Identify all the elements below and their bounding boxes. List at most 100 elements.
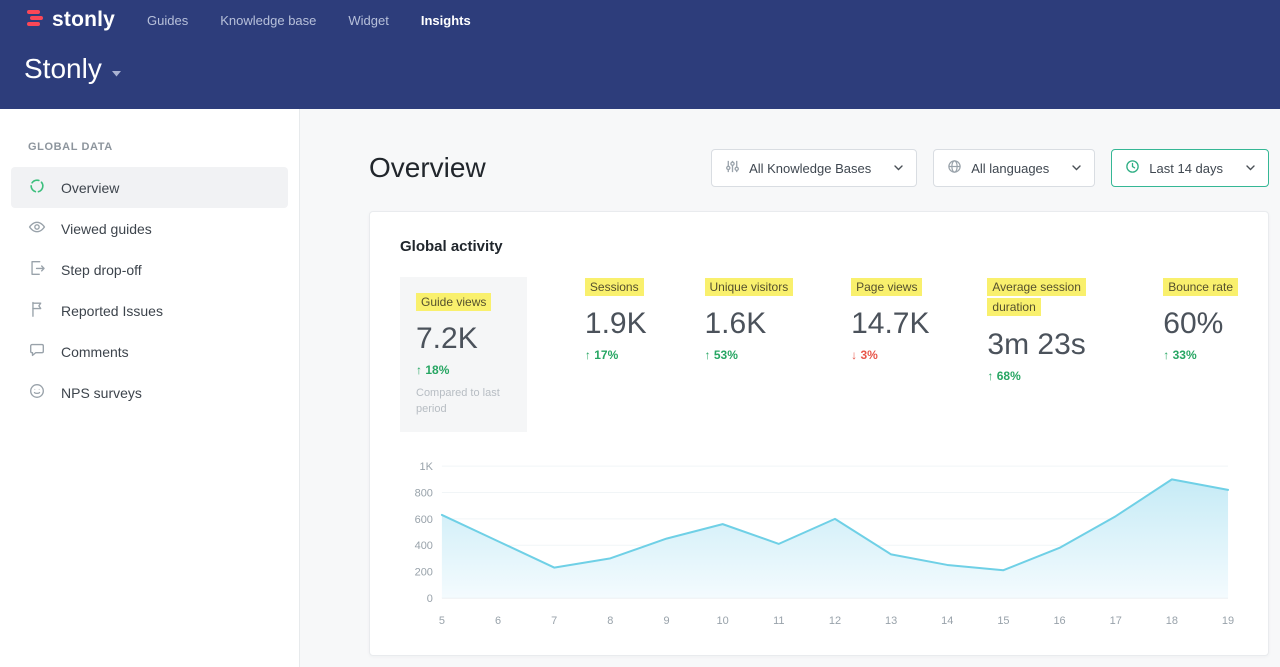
activity-area-chart: 02004006008001K5678910111213141516171819 [400, 458, 1238, 630]
flag-icon [28, 300, 46, 321]
knowledge-bases-dropdown-value: All Knowledge Bases [749, 161, 871, 176]
chevron-down-icon [1246, 165, 1255, 171]
clock-icon [1125, 159, 1140, 177]
overview-icon [28, 177, 46, 198]
svg-text:13: 13 [885, 615, 897, 627]
sidebar-item-overview[interactable]: Overview [11, 167, 288, 208]
svg-text:12: 12 [829, 615, 841, 627]
activity-chart-container: 02004006008001K5678910111213141516171819 [400, 458, 1238, 635]
top-navbar: stonly Guides Knowledge base Widget Insi… [0, 0, 1280, 40]
metric-change: ↑ 18% [416, 363, 511, 377]
metric-page-views[interactable]: Page views 14.7K ↓ 3% [851, 277, 929, 362]
metric-change: ↓ 3% [851, 348, 929, 362]
svg-text:6: 6 [495, 615, 501, 627]
globe-icon [947, 159, 962, 177]
sliders-icon [725, 159, 740, 177]
nav-knowledge-base[interactable]: Knowledge base [220, 13, 316, 28]
metric-label: Sessions [585, 278, 644, 296]
metric-value: 14.7K [851, 307, 929, 341]
svg-text:0: 0 [427, 593, 433, 605]
svg-text:19: 19 [1222, 615, 1234, 627]
svg-text:11: 11 [773, 615, 784, 627]
svg-text:5: 5 [439, 615, 445, 627]
main-nav: Guides Knowledge base Widget Insights [147, 13, 471, 28]
up-arrow-icon: ↑ [585, 348, 591, 362]
sidebar-item-comments[interactable]: Comments [11, 331, 288, 372]
metric-sessions[interactable]: Sessions 1.9K ↑ 17% [585, 277, 647, 362]
sidebar-item-reported-issues[interactable]: Reported Issues [11, 290, 288, 331]
page-title: Overview [369, 152, 486, 184]
svg-text:14: 14 [941, 615, 953, 627]
up-arrow-icon: ↑ [416, 363, 422, 377]
metric-label: Page views [851, 278, 922, 296]
sidebar-item-label: Viewed guides [61, 221, 152, 237]
svg-text:18: 18 [1166, 615, 1178, 627]
sidebar-item-label: Step drop-off [61, 262, 142, 278]
svg-text:15: 15 [997, 615, 1009, 627]
global-activity-card: Global activity Guide views 7.2K ↑ 18% C… [369, 211, 1269, 656]
knowledge-bases-dropdown[interactable]: All Knowledge Bases [711, 149, 917, 187]
compare-note: Compared to last period [416, 386, 511, 418]
nav-widget[interactable]: Widget [348, 13, 388, 28]
workspace-name: Stonly [24, 53, 102, 85]
metric-value: 1.6K [705, 307, 794, 341]
metric-value: 7.2K [416, 322, 511, 356]
svg-text:10: 10 [717, 615, 729, 627]
stonly-logo-icon [24, 7, 46, 34]
sidebar-section-label: GLOBAL DATA [0, 141, 299, 153]
svg-text:9: 9 [663, 615, 669, 627]
metric-value: 1.9K [585, 307, 647, 341]
filters-row: All Knowledge Bases [711, 149, 1269, 187]
sidebar-item-label: Comments [61, 344, 129, 360]
svg-text:200: 200 [415, 567, 433, 579]
svg-text:400: 400 [415, 540, 433, 552]
stonly-logo-text: stonly [52, 8, 115, 32]
workspace-switcher[interactable]: Stonly [0, 40, 1280, 109]
nav-insights[interactable]: Insights [421, 13, 471, 28]
metric-value: 3m 23s [987, 328, 1105, 362]
card-title: Global activity [400, 238, 1238, 255]
nav-guides[interactable]: Guides [147, 13, 188, 28]
sidebar-item-label: Reported Issues [61, 303, 163, 319]
sidebar-item-viewed-guides[interactable]: Viewed guides [11, 208, 288, 249]
app-root: stonly Guides Knowledge base Widget Insi… [0, 0, 1280, 667]
metric-average-session-duration[interactable]: Average session duration 3m 23s ↑ 68% [987, 277, 1105, 383]
metric-guide-views[interactable]: Guide views 7.2K ↑ 18% Compared to last … [400, 277, 527, 432]
up-arrow-icon: ↑ [987, 369, 993, 383]
up-arrow-icon: ↑ [1163, 348, 1169, 362]
date-range-dropdown-value: Last 14 days [1149, 161, 1223, 176]
languages-dropdown[interactable]: All languages [933, 149, 1095, 187]
comment-icon [28, 341, 46, 362]
sidebar-item-label: NPS surveys [61, 385, 142, 401]
main-header-row: Overview All Knowledge Bases [369, 149, 1269, 187]
metric-label: Guide views [416, 293, 491, 311]
smiley-icon [28, 382, 46, 403]
metrics-row: Guide views 7.2K ↑ 18% Compared to last … [400, 277, 1238, 432]
svg-text:1K: 1K [419, 461, 433, 473]
svg-text:800: 800 [415, 488, 433, 500]
sidebar-item-step-drop-off[interactable]: Step drop-off [11, 249, 288, 290]
chevron-down-icon [112, 64, 122, 82]
up-arrow-icon: ↑ [705, 348, 711, 362]
step-dropoff-icon [28, 259, 46, 280]
metric-change: ↑ 33% [1163, 348, 1238, 362]
chevron-down-icon [894, 165, 903, 171]
sidebar-item-label: Overview [61, 180, 119, 196]
sidebar: GLOBAL DATA Overview Viewed guides [0, 109, 300, 667]
date-range-dropdown[interactable]: Last 14 days [1111, 149, 1269, 187]
metric-bounce-rate[interactable]: Bounce rate 60% ↑ 33% [1163, 277, 1238, 362]
main-content: Overview All Knowledge Bases [300, 109, 1280, 667]
stonly-logo[interactable]: stonly [24, 7, 115, 34]
metric-value: 60% [1163, 307, 1238, 341]
sidebar-item-nps-surveys[interactable]: NPS surveys [11, 372, 288, 413]
metric-unique-visitors[interactable]: Unique visitors 1.6K ↑ 53% [705, 277, 794, 362]
top-header: stonly Guides Knowledge base Widget Insi… [0, 0, 1280, 109]
svg-text:8: 8 [607, 615, 613, 627]
eye-icon [28, 218, 46, 239]
metric-label: Unique visitors [705, 278, 794, 296]
svg-text:16: 16 [1053, 615, 1065, 627]
down-arrow-icon: ↓ [851, 348, 857, 362]
chevron-down-icon [1072, 165, 1081, 171]
metric-change: ↑ 68% [987, 369, 1105, 383]
svg-text:600: 600 [415, 514, 433, 526]
